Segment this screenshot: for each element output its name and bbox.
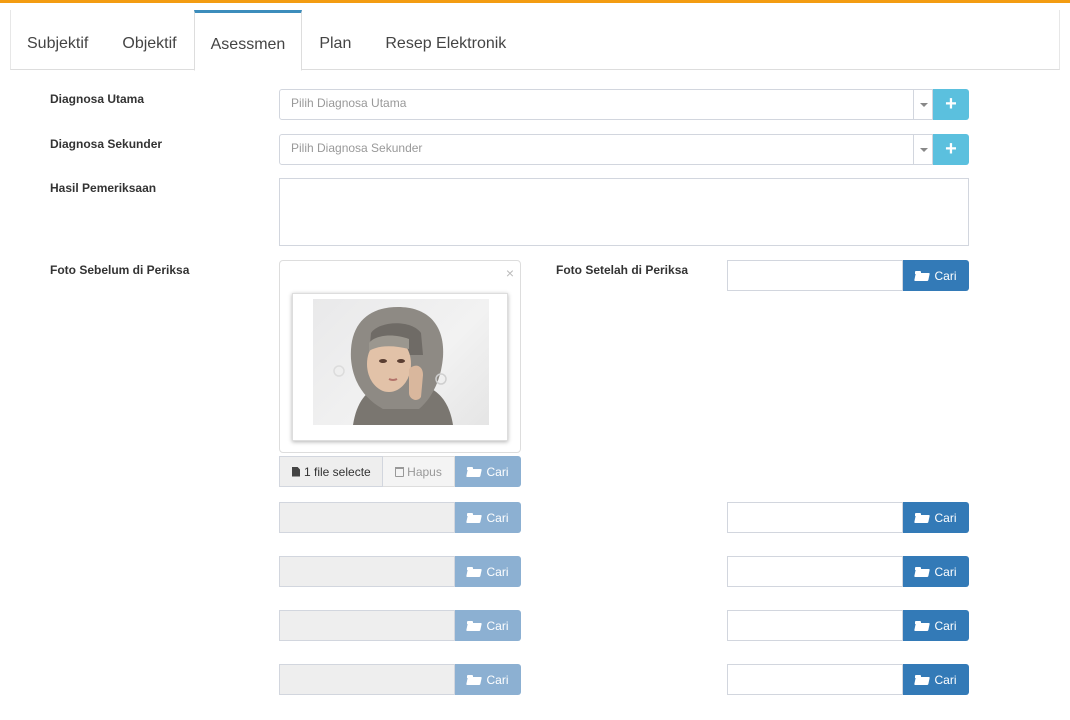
patient-photo — [313, 299, 489, 425]
file-caption: 1 file selecte — [279, 456, 383, 487]
file-input-caption[interactable] — [727, 610, 903, 641]
folder-open-icon — [467, 566, 481, 577]
cari-button[interactable]: Cari — [903, 556, 969, 587]
folder-open-icon — [915, 674, 929, 685]
chevron-down-icon[interactable] — [913, 135, 932, 164]
cari-button[interactable]: Cari — [455, 610, 521, 641]
foto-sebelum-label: Foto Sebelum di Periksa — [50, 263, 190, 277]
cari-label: Cari — [486, 672, 509, 687]
folder-open-icon — [467, 674, 481, 685]
cari-label: Cari — [934, 268, 957, 283]
cari-label: Cari — [934, 510, 957, 525]
trash-icon — [395, 466, 405, 477]
cari-button[interactable]: Cari — [903, 610, 969, 641]
cari-label: Cari — [486, 464, 509, 479]
cari-button[interactable]: Cari — [455, 502, 521, 533]
cari-label: Cari — [486, 564, 509, 579]
folder-open-icon — [467, 620, 481, 631]
cari-button[interactable]: Cari — [455, 664, 521, 695]
cari-button[interactable]: Cari — [455, 456, 521, 487]
folder-open-icon — [467, 466, 481, 477]
file-input-caption[interactable] — [727, 556, 903, 587]
cari-label: Cari — [486, 618, 509, 633]
add-diagnosa-sekunder-button[interactable]: + — [933, 134, 969, 165]
hasil-pemeriksaan-label: Hasil Pemeriksaan — [50, 181, 157, 195]
foto-setelah-label: Foto Setelah di Periksa — [556, 263, 689, 277]
hasil-pemeriksaan-textarea[interactable] — [279, 178, 969, 246]
chevron-down-icon[interactable] — [913, 90, 932, 119]
file-input-group: 1 file selecte Hapus Cari — [279, 456, 521, 487]
tab-asessmen[interactable]: Asessmen — [193, 10, 303, 71]
cari-button[interactable]: Cari — [903, 664, 969, 695]
file-input-caption[interactable] — [279, 502, 455, 533]
diagnosa-sekunder-select[interactable]: Pilih Diagnosa Sekunder — [279, 134, 933, 165]
file-input-caption[interactable] — [279, 664, 455, 695]
cari-label: Cari — [934, 672, 957, 687]
folder-open-icon — [915, 566, 929, 577]
tab-plan[interactable]: Plan — [302, 10, 368, 70]
diagnosa-utama-placeholder: Pilih Diagnosa Utama — [291, 96, 407, 110]
top-accent-bar — [0, 0, 1070, 3]
add-diagnosa-utama-button[interactable]: + — [933, 89, 969, 120]
file-caption-text: 1 file selecte — [304, 464, 371, 479]
file-input-caption[interactable] — [727, 664, 903, 695]
preview-thumbnail — [292, 293, 508, 441]
diagnosa-utama-select[interactable]: Pilih Diagnosa Utama — [279, 89, 933, 120]
diagnosa-utama-label: Diagnosa Utama — [50, 92, 145, 106]
tab-resep-elektronik[interactable]: Resep Elektronik — [368, 10, 523, 70]
folder-open-icon — [915, 620, 929, 631]
folder-open-icon — [915, 512, 929, 523]
tab-subjektif[interactable]: Subjektif — [10, 10, 105, 70]
folder-open-icon — [915, 270, 929, 281]
tab-objektif[interactable]: Objektif — [105, 10, 193, 70]
hapus-label: Hapus — [407, 464, 442, 479]
file-preview: × — [279, 260, 521, 453]
file-input-caption[interactable] — [279, 556, 455, 587]
cari-label: Cari — [934, 618, 957, 633]
tab-bar: Subjektif Objektif Asessmen Plan Resep E… — [10, 10, 523, 71]
folder-open-icon — [467, 512, 481, 523]
file-input-caption[interactable] — [727, 260, 903, 291]
cari-label: Cari — [486, 510, 509, 525]
file-input-caption[interactable] — [727, 502, 903, 533]
diagnosa-sekunder-label: Diagnosa Sekunder — [50, 137, 163, 151]
diagnosa-sekunder-placeholder: Pilih Diagnosa Sekunder — [291, 141, 423, 155]
cari-button[interactable]: Cari — [903, 260, 969, 291]
file-input-caption[interactable] — [279, 610, 455, 641]
file-icon — [292, 466, 300, 477]
cari-button[interactable]: Cari — [903, 502, 969, 533]
close-icon[interactable]: × — [506, 265, 514, 281]
hapus-button[interactable]: Hapus — [383, 456, 455, 487]
cari-button[interactable]: Cari — [455, 556, 521, 587]
cari-label: Cari — [934, 564, 957, 579]
